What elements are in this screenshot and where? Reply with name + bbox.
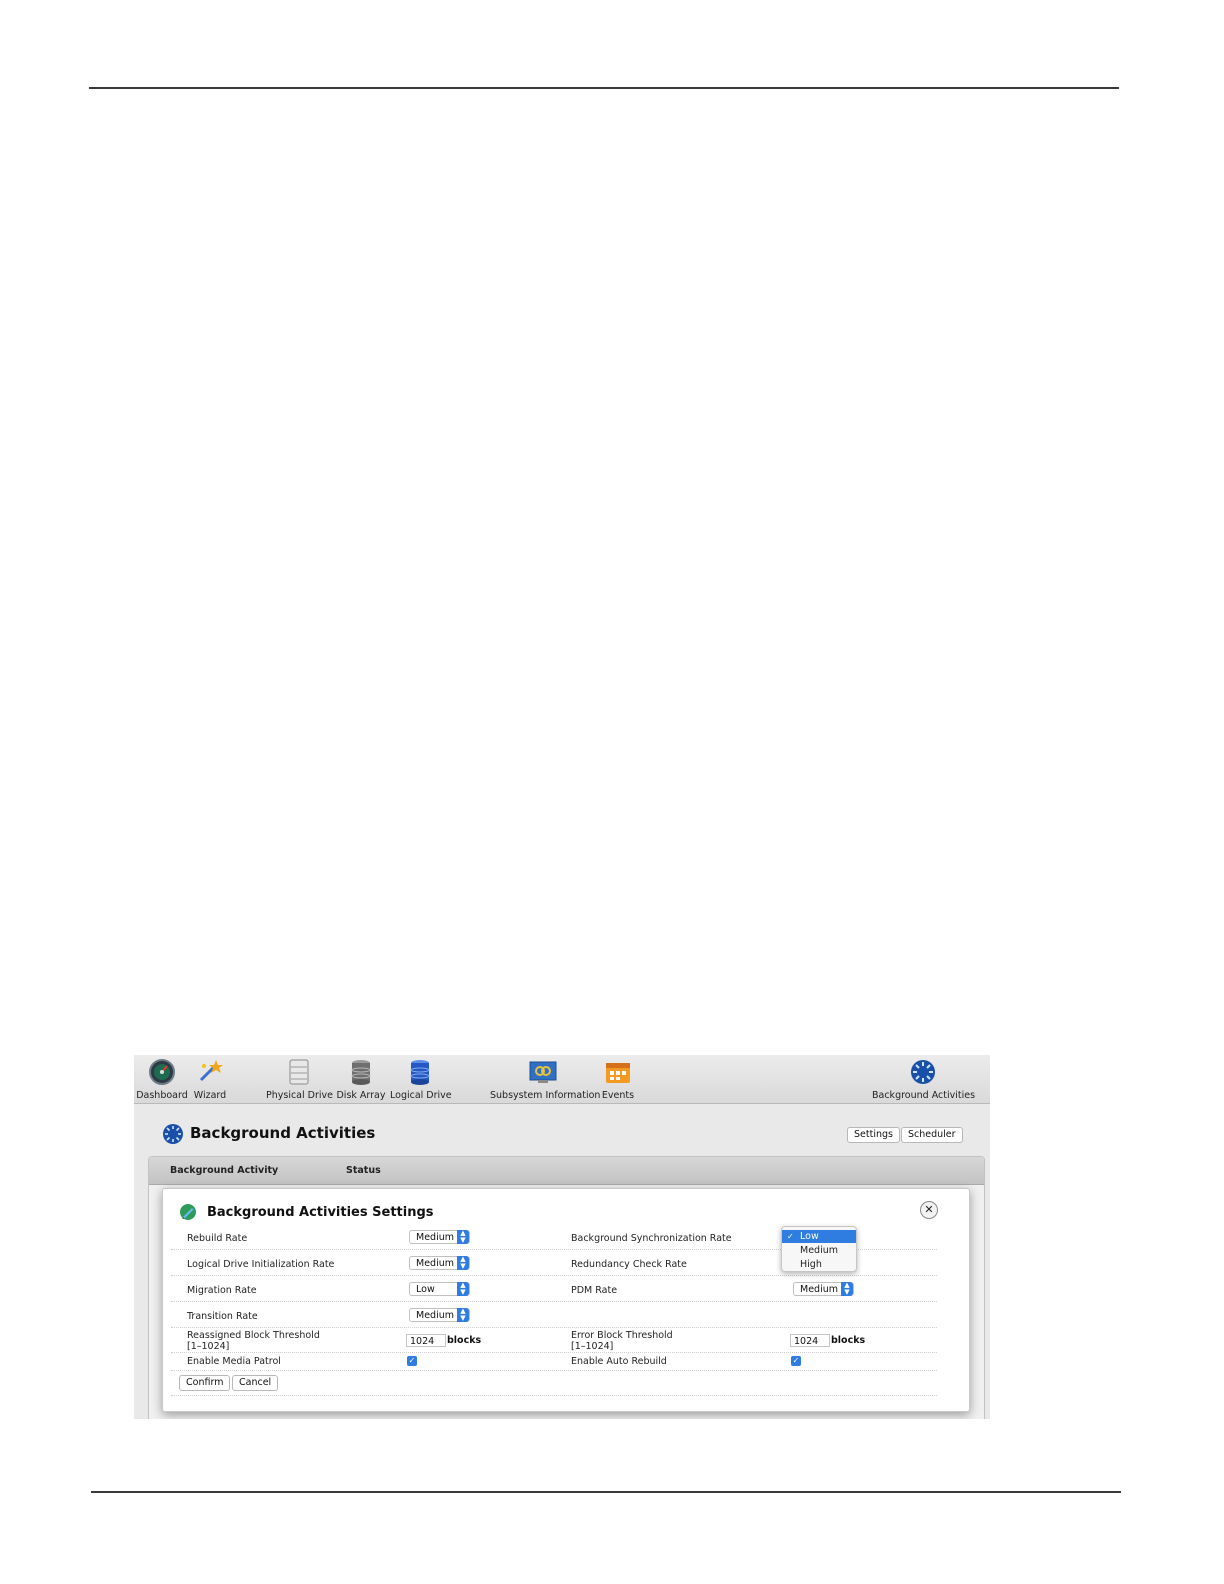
scheduler-button[interactable]: Scheduler — [901, 1127, 963, 1143]
toolbar-label-dashboard: Dashboard — [136, 1090, 188, 1101]
confirm-button[interactable]: Confirm — [179, 1375, 231, 1391]
dropdown-option-medium[interactable]: Medium — [782, 1244, 856, 1257]
toolbar-label-disk-array: Disk Array — [336, 1090, 386, 1101]
dropdown-option-low[interactable]: ✓ Low — [782, 1230, 856, 1243]
reassigned-threshold-range: [1–1024] — [187, 1341, 230, 1352]
toolbar-label-events: Events — [601, 1090, 635, 1101]
cancel-button[interactable]: Cancel — [232, 1375, 279, 1391]
error-block-threshold-unit: blocks — [831, 1335, 866, 1346]
dashboard-gauge-icon — [149, 1059, 175, 1085]
subsystem-information-icon — [529, 1061, 557, 1083]
reassigned-threshold-label: Reassigned Block Threshold — [187, 1330, 320, 1341]
row-divider — [171, 1327, 937, 1328]
background-activities-icon — [911, 1060, 935, 1084]
toolbar-item-wizard[interactable]: Wizard — [190, 1058, 230, 1101]
background-activities-icon — [163, 1124, 183, 1144]
auto-rebuild-label: Enable Auto Rebuild — [571, 1356, 667, 1367]
bottom-rule — [91, 1491, 1121, 1493]
toolbar-item-physical-drive[interactable]: Physical Drive — [266, 1058, 333, 1101]
pdm-rate-select[interactable]: Medium ▲ ▼ — [793, 1282, 854, 1296]
reassigned-threshold-unit: blocks — [447, 1335, 482, 1346]
close-icon[interactable]: ✕ — [920, 1201, 938, 1219]
transition-rate-select[interactable]: Medium ▲ ▼ — [409, 1308, 470, 1322]
redundancy-rate-label: Redundancy Check Rate — [571, 1259, 687, 1270]
app-screenshot: Dashboard Wizard Physical Drive Disk Arr… — [134, 1055, 990, 1419]
toolbar-item-dashboard[interactable]: Dashboard — [136, 1058, 188, 1101]
column-header-background-activity: Background Activity — [170, 1165, 279, 1176]
settings-button[interactable]: Settings — [847, 1127, 900, 1143]
reassigned-threshold-input[interactable]: 1024 — [406, 1334, 446, 1347]
rate-dropdown-menu: ✓ Low Medium High — [781, 1226, 857, 1272]
logical-drive-icon — [410, 1060, 430, 1085]
rebuild-rate-value: Medium — [416, 1232, 454, 1243]
chevron-updown-icon: ▲ ▼ — [841, 1282, 853, 1296]
init-rate-label: Logical Drive Initialization Rate — [187, 1259, 335, 1270]
toolbar-label-physical-drive: Physical Drive — [266, 1090, 333, 1101]
rebuild-rate-select[interactable]: Medium ▲ ▼ — [409, 1230, 470, 1244]
media-patrol-label: Enable Media Patrol — [187, 1356, 281, 1367]
init-rate-select[interactable]: Medium ▲ ▼ — [409, 1256, 470, 1270]
wizard-icon — [199, 1060, 223, 1082]
toolbar-label-subsystem-information: Subsystem Information — [490, 1090, 601, 1101]
toolbar-item-events[interactable]: Events — [600, 1058, 636, 1101]
error-block-threshold-range: [1–1024] — [571, 1341, 614, 1352]
row-divider — [171, 1275, 937, 1276]
transition-rate-label: Transition Rate — [187, 1311, 258, 1322]
toolbar-label-logical-drive: Logical Drive — [390, 1090, 452, 1101]
pdm-rate-label: PDM Rate — [571, 1285, 618, 1296]
toolbar-item-background-activities[interactable]: Background Activities — [872, 1058, 976, 1101]
media-patrol-checkbox[interactable]: ✓ — [407, 1356, 417, 1366]
chevron-updown-icon: ▲ ▼ — [457, 1256, 469, 1270]
toolbar-label-wizard: Wizard — [193, 1090, 227, 1101]
error-block-threshold-input[interactable]: 1024 — [790, 1334, 830, 1347]
column-header-status: Status — [346, 1165, 381, 1176]
chevron-updown-icon: ▲ ▼ — [457, 1308, 469, 1322]
settings-pencil-icon — [180, 1204, 196, 1220]
migration-rate-value: Low — [416, 1284, 435, 1295]
chevron-updown-icon: ▲ ▼ — [457, 1282, 469, 1296]
table-header: Background Activity Status — [149, 1157, 984, 1185]
toolbar-item-disk-array[interactable]: Disk Array — [336, 1058, 386, 1101]
toolbar-item-subsystem-information[interactable]: Subsystem Information — [490, 1058, 601, 1101]
migration-rate-label: Migration Rate — [187, 1285, 257, 1296]
row-divider — [171, 1352, 937, 1353]
row-divider — [171, 1395, 937, 1396]
dialog-title: Background Activities Settings — [207, 1205, 434, 1220]
migration-rate-select[interactable]: Low ▲ ▼ — [409, 1282, 470, 1296]
page-title: Background Activities — [190, 1124, 376, 1142]
disk-array-icon — [351, 1060, 371, 1085]
pdm-rate-value: Medium — [800, 1284, 838, 1295]
row-divider — [171, 1370, 937, 1371]
toolbar-label-background-activities: Background Activities — [872, 1090, 976, 1101]
transition-rate-value: Medium — [416, 1310, 454, 1321]
toolbar-item-logical-drive[interactable]: Logical Drive — [390, 1058, 452, 1101]
auto-rebuild-checkbox[interactable]: ✓ — [791, 1356, 801, 1366]
row-divider — [171, 1301, 937, 1302]
error-block-threshold-label: Error Block Threshold — [571, 1330, 673, 1341]
settings-dialog: Background Activities Settings ✕ Rebuild… — [162, 1188, 970, 1412]
chevron-updown-icon: ▲ ▼ — [457, 1230, 469, 1244]
dropdown-option-high[interactable]: High — [782, 1258, 856, 1271]
physical-drive-icon — [289, 1059, 309, 1085]
top-rule — [89, 87, 1119, 89]
init-rate-value: Medium — [416, 1258, 454, 1269]
checkmark-icon: ✓ — [787, 1232, 794, 1241]
bg-sync-rate-label: Background Synchronization Rate — [571, 1233, 732, 1244]
toolbar: Dashboard Wizard Physical Drive Disk Arr… — [134, 1055, 990, 1104]
rebuild-rate-label: Rebuild Rate — [187, 1233, 248, 1244]
events-calendar-icon — [606, 1063, 630, 1083]
